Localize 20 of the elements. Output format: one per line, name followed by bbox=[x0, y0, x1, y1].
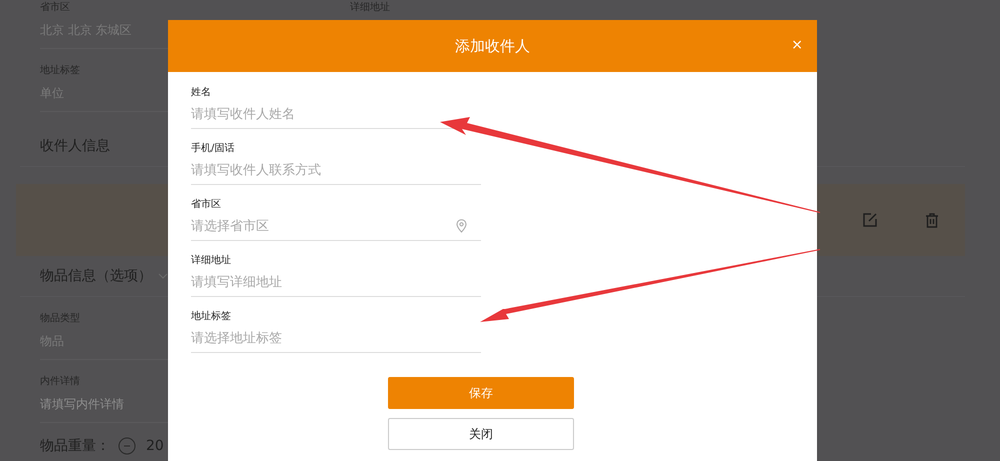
field-label: 姓名 bbox=[191, 86, 212, 100]
field-label: 详细地址 bbox=[191, 254, 232, 268]
chevron-down-icon[interactable] bbox=[158, 273, 168, 279]
field-label: 省市区 bbox=[191, 198, 222, 212]
input-field[interactable]: 请填写内件详情 bbox=[40, 394, 168, 414]
dialog-title: 添加收件人 bbox=[455, 36, 530, 56]
location-pin-icon bbox=[456, 219, 467, 233]
select-field[interactable]: 请选择省市区 bbox=[191, 212, 481, 241]
field-label: 手机/固话 bbox=[191, 142, 236, 156]
minus-icon[interactable] bbox=[118, 437, 136, 455]
input-field[interactable]: 请填写收件人姓名 bbox=[191, 100, 481, 129]
input-field[interactable]: 请填写收件人联系方式 bbox=[191, 156, 481, 185]
input-field[interactable]: 请填写详细地址 bbox=[191, 268, 481, 297]
save-button[interactable]: 保存 bbox=[388, 377, 574, 409]
field-label: 地址标签 bbox=[191, 310, 232, 324]
input-field[interactable]: 请选择地址标签 bbox=[191, 324, 481, 353]
close-button[interactable]: 关闭 bbox=[388, 418, 574, 450]
edit-icon[interactable] bbox=[862, 212, 878, 228]
close-button[interactable]: × bbox=[791, 37, 803, 53]
delete-icon[interactable] bbox=[925, 212, 939, 228]
